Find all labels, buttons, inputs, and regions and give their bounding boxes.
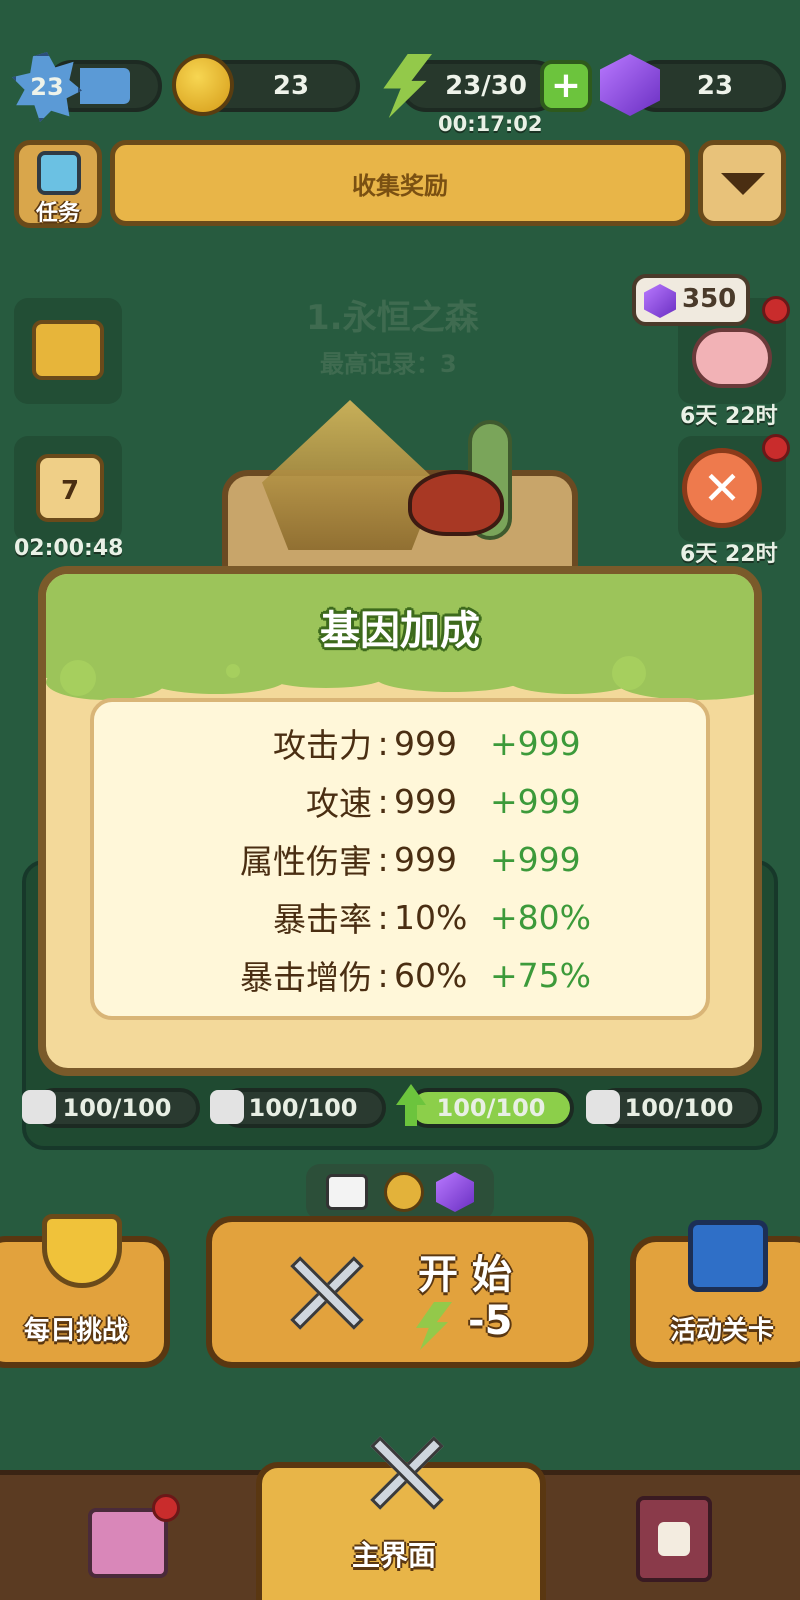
card-progress-4: 100/100 bbox=[596, 1088, 762, 1128]
stat-bonus: +75% bbox=[490, 955, 591, 995]
dialog-title: 基因加成 bbox=[320, 608, 480, 654]
daily-challenge-label: 每日挑战 bbox=[24, 1316, 129, 1346]
calendar-day: 7 bbox=[60, 476, 80, 506]
gem-value: 23 bbox=[696, 71, 734, 101]
puzzle-piece-icon bbox=[210, 1090, 244, 1124]
gene-bonus-dialog: 基因加成 攻击力 : 999 +999 攻速 : 999 +999 属性伤害 :… bbox=[38, 566, 762, 1076]
stats-panel: 攻击力 : 999 +999 攻速 : 999 +999 属性伤害 : 999 … bbox=[90, 698, 710, 1020]
piggy-gem-bubble: 350 bbox=[632, 274, 750, 326]
slime-drip bbox=[266, 664, 386, 688]
treasure-chest-icon bbox=[688, 1220, 768, 1292]
close-offer-icon: ✕ bbox=[682, 448, 762, 528]
quest-button[interactable]: 任务 bbox=[14, 140, 102, 228]
stage-best-record: 最高记录：3 bbox=[320, 350, 457, 378]
calendar-button[interactable]: 7 bbox=[14, 436, 122, 542]
offer-notification-dot bbox=[762, 434, 790, 462]
quest-button-label: 任务 bbox=[35, 201, 80, 226]
stat-row-crit-damage: 暴击增伤 : 60% +75% bbox=[94, 950, 714, 1000]
level-number: 23 bbox=[30, 73, 64, 101]
pharaoh-boss-icon bbox=[262, 400, 438, 550]
event-stage-label: 活动关卡 bbox=[670, 1316, 775, 1346]
shop-notification-dot bbox=[152, 1494, 180, 1522]
stat-colon: : bbox=[377, 781, 389, 821]
crossed-swords-icon bbox=[282, 1248, 372, 1338]
nav-main[interactable]: 主界面 bbox=[256, 1436, 546, 1600]
event-stage-button[interactable]: 活动关卡 bbox=[630, 1220, 800, 1368]
brain-monster-icon bbox=[408, 470, 504, 536]
slime-bubble bbox=[60, 660, 96, 696]
slime-bubble bbox=[612, 656, 646, 690]
collect-rewards-banner[interactable]: 收集奖励 bbox=[110, 140, 690, 226]
slime-drip bbox=[146, 664, 286, 694]
growth-fund-button[interactable] bbox=[14, 298, 122, 404]
start-label: 开 始 bbox=[418, 1252, 512, 1298]
stat-colon: : bbox=[377, 839, 389, 879]
offer-timer: 6天 22时 bbox=[680, 542, 778, 567]
bonus-icon-strip bbox=[306, 1164, 494, 1220]
start-button[interactable]: 开 始 -5 bbox=[206, 1216, 594, 1368]
stat-row-attack: 攻击力 : 999 +999 bbox=[94, 718, 714, 768]
stat-bonus: +999 bbox=[490, 839, 581, 879]
stat-value: 60% bbox=[394, 955, 468, 995]
chevron-down-icon bbox=[721, 173, 765, 195]
stat-colon: : bbox=[377, 723, 389, 763]
stat-label: 暴击增伤 bbox=[240, 958, 372, 997]
stat-bonus: +999 bbox=[490, 723, 581, 763]
add-energy-button[interactable]: + bbox=[540, 60, 592, 112]
card-progress-2: 100/100 bbox=[220, 1088, 386, 1128]
energy-value: 23/30 bbox=[445, 71, 527, 101]
card-progress-3: 100/100 bbox=[408, 1088, 574, 1128]
stat-label: 属性伤害 bbox=[240, 842, 372, 881]
video-ad-icon[interactable] bbox=[326, 1174, 368, 1210]
stat-colon: : bbox=[377, 897, 389, 937]
calendar-timer: 02:00:48 bbox=[14, 536, 124, 561]
leaf-currency-value: 23 bbox=[272, 71, 310, 101]
puzzle-piece-icon bbox=[22, 1090, 56, 1124]
stat-bonus: +80% bbox=[490, 897, 591, 937]
stage-title: 1.永恒之森 bbox=[306, 298, 479, 338]
clipboard-icon bbox=[37, 151, 81, 195]
nav-main-label: 主界面 bbox=[352, 1539, 437, 1572]
piggy-timer: 6天 22时 bbox=[680, 404, 778, 429]
stat-row-element-damage: 属性伤害 : 999 +999 bbox=[94, 834, 714, 884]
gem-boost-icon bbox=[436, 1172, 474, 1212]
energy-cost-icon bbox=[416, 1302, 452, 1350]
stat-value: 999 bbox=[394, 781, 457, 821]
nav-plant[interactable] bbox=[636, 1496, 712, 1582]
nav-shop[interactable] bbox=[88, 1494, 180, 1578]
stat-value: 10% bbox=[394, 897, 468, 937]
daily-challenge-button[interactable]: 每日挑战 bbox=[0, 1214, 170, 1368]
start-energy-cost: -5 bbox=[468, 1298, 513, 1344]
stat-label: 攻速 bbox=[306, 784, 372, 823]
energy-timer: 00:17:02 bbox=[438, 112, 543, 136]
piggy-notification-dot bbox=[762, 296, 790, 324]
stat-colon: : bbox=[377, 955, 389, 995]
trophy-icon bbox=[42, 1214, 122, 1288]
stat-row-attack-speed: 攻速 : 999 +999 bbox=[94, 776, 714, 826]
piggy-gem-value: 350 bbox=[682, 284, 737, 314]
slime-bubble bbox=[226, 664, 240, 678]
collect-rewards-label: 收集奖励 bbox=[352, 171, 448, 200]
stat-bonus: +999 bbox=[490, 781, 581, 821]
gold-chart-icon bbox=[32, 320, 104, 380]
leaf-coin-icon bbox=[172, 54, 234, 116]
slime-drip bbox=[376, 664, 526, 692]
leaf-boost-icon bbox=[384, 1172, 424, 1212]
stat-label: 攻击力 bbox=[273, 726, 372, 765]
puzzle-piece-icon bbox=[586, 1090, 620, 1124]
dropdown-button[interactable] bbox=[698, 140, 786, 226]
piggy-bank-icon bbox=[692, 328, 772, 388]
stat-value: 999 bbox=[394, 839, 457, 879]
main-swords-icon bbox=[362, 1428, 452, 1518]
plant-sprout-icon bbox=[658, 1522, 690, 1556]
stat-value: 999 bbox=[394, 723, 457, 763]
card-progress-1: 100/100 bbox=[34, 1088, 200, 1128]
stat-label: 暴击率 bbox=[273, 900, 372, 939]
piggy-gem-icon bbox=[644, 284, 676, 318]
level-progress-fill bbox=[80, 68, 130, 104]
stat-row-crit-rate: 暴击率 : 10% +80% bbox=[94, 892, 714, 942]
